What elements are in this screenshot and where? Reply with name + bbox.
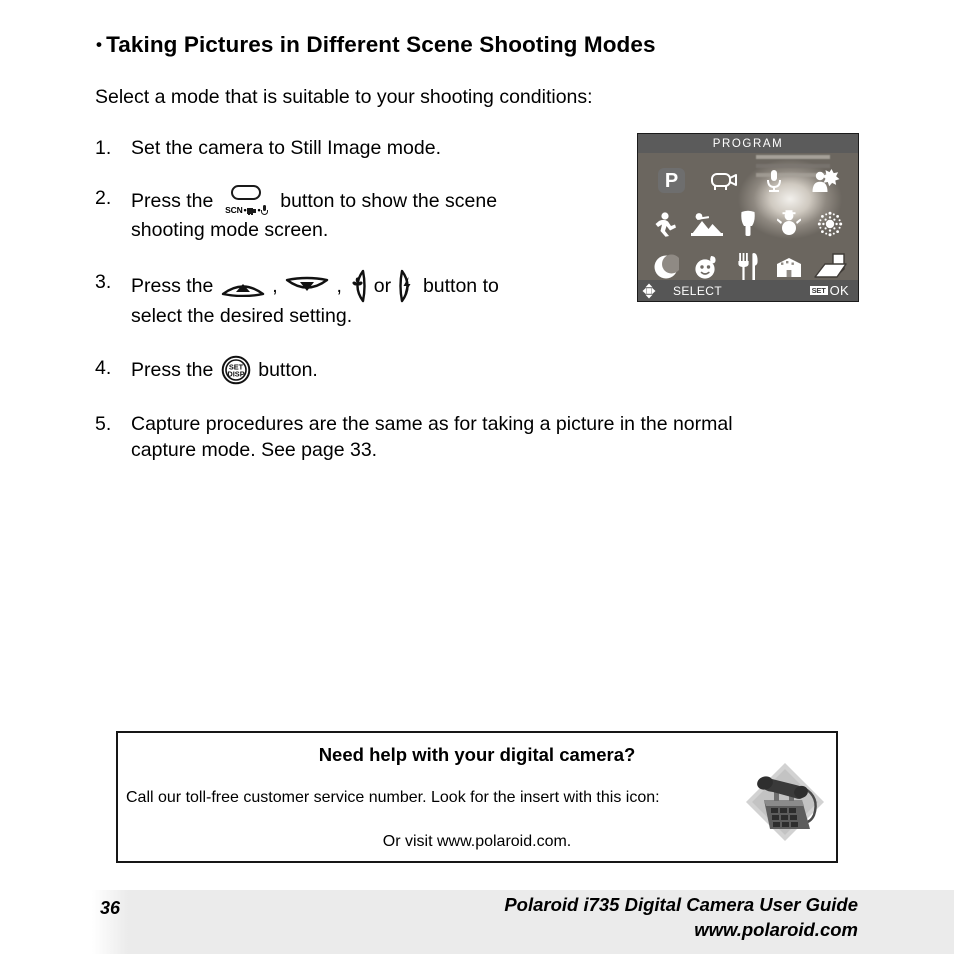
step-5-line-1: Capture procedures are the same as for t… <box>131 413 733 435</box>
scene-mode-grid: P <box>638 153 858 282</box>
mode-cell[interactable] <box>799 159 850 202</box>
lcd-select-label: SELECT <box>673 283 723 298</box>
four-way-nav-icon <box>642 283 668 299</box>
step-3-number: 3. <box>95 271 112 293</box>
step-1-number: 1. <box>95 137 112 159</box>
landscape-mode-icon[interactable] <box>690 211 724 237</box>
scn-label-row: SCN • • <box>221 201 273 215</box>
lcd-ok-group: SET OK <box>809 283 849 298</box>
mode-cell[interactable] <box>646 202 687 245</box>
voice-recording-mode-icon[interactable] <box>765 169 783 193</box>
step-2-pre-text: Press the <box>131 190 214 212</box>
telephone-icon <box>740 759 830 845</box>
snow-mode-icon[interactable] <box>776 209 801 238</box>
step-3-line-2: select the desired setting. <box>131 305 353 327</box>
help-box-line-2: Or visit www.polaroid.com. <box>382 833 572 850</box>
left-macro-button-icon <box>349 269 367 303</box>
step-3-pre-text: Press the <box>131 275 214 297</box>
scene-mode-row-1: P <box>646 159 850 202</box>
mode-cell[interactable] <box>748 159 799 202</box>
help-box-line-1: Call our toll-free customer service numb… <box>126 789 660 806</box>
mode-cell[interactable] <box>687 202 728 245</box>
text-mode-icon[interactable] <box>813 252 847 281</box>
step-2-post-text: button to show the scene <box>280 190 498 212</box>
scene-mode-row-2 <box>646 202 850 245</box>
scn-video-glyph <box>247 207 257 215</box>
sunset-mode-icon[interactable] <box>737 210 759 238</box>
step-3-post-text: button to <box>422 275 499 297</box>
children-mode-icon[interactable] <box>693 254 721 280</box>
step-3-or-text: or <box>373 275 392 297</box>
set-key-chip: SET <box>809 286 828 295</box>
step-3-sep-2: , <box>336 275 342 297</box>
page-title-text: Taking Pictures in Different Scene Shoot… <box>106 32 656 57</box>
step-4: 4. Press the SET DISP button. <box>95 355 885 385</box>
intro-paragraph: Select a mode that is suitable to your s… <box>95 86 593 108</box>
night-scene-mode-icon[interactable] <box>653 254 680 280</box>
step-5: 5. Capture procedures are the same as fo… <box>95 411 885 463</box>
building-mode-icon[interactable] <box>774 255 804 279</box>
camera-lcd-screenshot: PROGRAM P SELECT SET OK <box>637 133 859 302</box>
footer-url-line: www.polaroid.com <box>694 919 858 940</box>
step-4-pre-text: Press the <box>131 359 214 381</box>
food-mode-icon[interactable] <box>736 252 760 282</box>
step-5-number: 5. <box>95 413 112 435</box>
set-disp-button-icon: SET DISP <box>221 355 251 385</box>
down-arrow-button-icon <box>285 275 329 297</box>
help-callout-box: Need help with your digital camera? Call… <box>116 731 838 863</box>
sports-mode-icon[interactable] <box>653 211 679 237</box>
page-title: • Taking Pictures in Different Scene Shoo… <box>96 32 656 58</box>
up-arrow-button-icon <box>221 275 265 297</box>
video-mode-icon[interactable] <box>708 170 738 192</box>
scn-mic-glyph <box>261 205 269 215</box>
step-1-line-1: Set the camera to Still Image mode. <box>131 137 441 159</box>
right-flash-button-icon <box>398 269 416 303</box>
step-5-line-2: capture mode. See page 33. <box>131 439 378 461</box>
mode-cell[interactable] <box>728 202 769 245</box>
mode-cell[interactable] <box>809 202 850 245</box>
page-number: 36 <box>100 898 121 918</box>
mode-cell[interactable]: P <box>646 159 697 202</box>
scn-mode-button-icon: SCN • • <box>221 185 273 217</box>
bullet-glyph: • <box>96 35 103 54</box>
step-4-post-text: button. <box>258 359 318 381</box>
program-mode-icon[interactable]: P <box>658 168 685 193</box>
mode-cell[interactable] <box>697 159 748 202</box>
step-3-sep-1: , <box>272 275 278 297</box>
lcd-title-bar: PROGRAM <box>638 134 858 153</box>
step-4-number: 4. <box>95 357 112 379</box>
lcd-status-bar: SELECT SET OK <box>638 280 858 301</box>
help-box-title: Need help with your digital camera? <box>318 744 636 765</box>
portrait-mode-icon[interactable] <box>810 168 840 194</box>
step-2-number: 2. <box>95 187 112 209</box>
fireworks-mode-icon[interactable] <box>817 211 843 237</box>
footer-title-line: Polaroid i735 Digital Camera User Guide <box>504 894 858 915</box>
svg-text:DISP: DISP <box>227 370 244 379</box>
scn-pill-shape <box>230 185 261 200</box>
mode-cell[interactable] <box>768 202 809 245</box>
step-2-line-2: shooting mode screen. <box>131 219 329 241</box>
lcd-ok-label: OK <box>829 283 849 298</box>
